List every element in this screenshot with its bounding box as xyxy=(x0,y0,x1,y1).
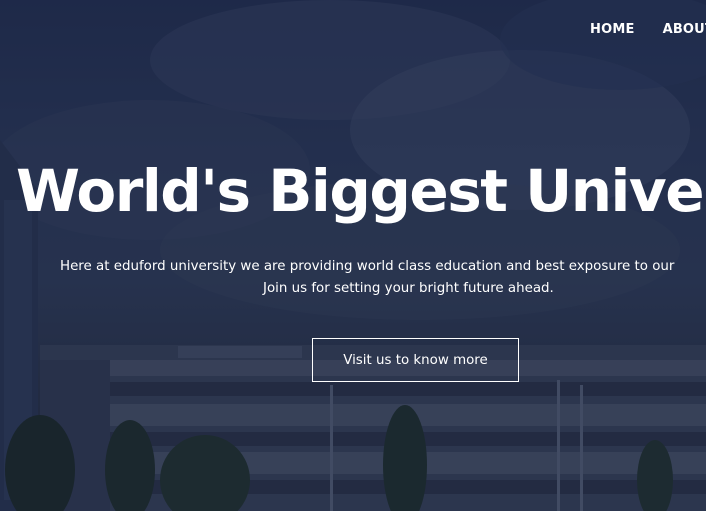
hero-headline: World's Biggest Univer xyxy=(16,157,706,225)
hero-section: HOME ABOUT World's Biggest Univer Here a… xyxy=(0,0,706,511)
hero-subtext: Here at eduford university we are provid… xyxy=(60,256,706,300)
visit-us-button[interactable]: Visit us to know more xyxy=(312,338,519,382)
hero-subtext-line1: Here at eduford university we are provid… xyxy=(60,259,675,274)
nav-home-link[interactable]: HOME xyxy=(590,22,635,37)
top-nav: HOME ABOUT xyxy=(590,22,706,37)
nav-about-link[interactable]: ABOUT xyxy=(663,22,706,37)
hero-subtext-line2: Join us for setting your bright future a… xyxy=(263,281,554,296)
